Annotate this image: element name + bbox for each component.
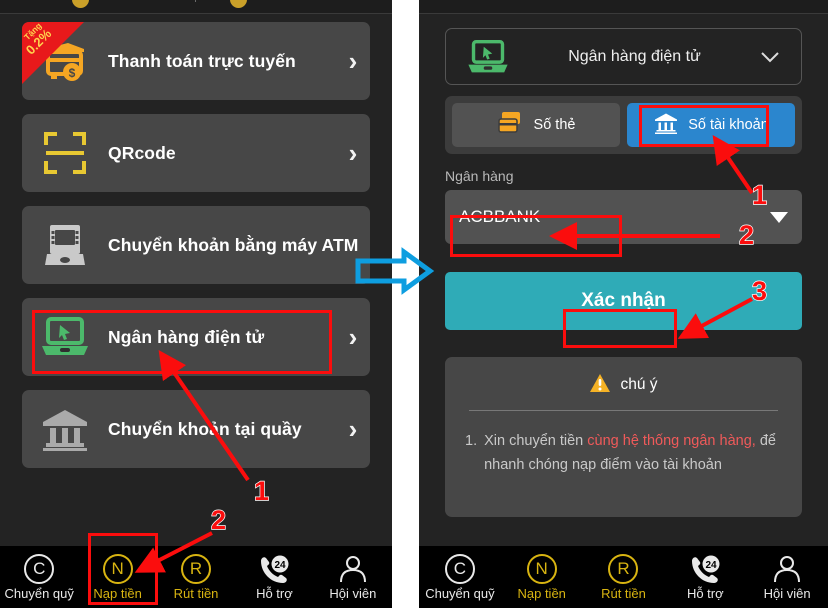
nav-item-chuyen-quy[interactable]: C Chuyển quỹ [419, 546, 501, 608]
nav-item-chuyen-quy[interactable]: C Chuyển quỹ [0, 546, 78, 608]
nav-item-rut-tien[interactable]: R Rút tiền [583, 546, 665, 608]
chevron-right-icon: › [358, 232, 370, 258]
withdraw-icon: R [181, 553, 212, 584]
segment-label: Số thẻ [533, 117, 576, 133]
confirm-button[interactable]: Xác nhận [445, 272, 802, 330]
qrcode-scan-icon [22, 130, 108, 176]
top-chip-icon-2 [230, 0, 247, 8]
svg-text:$: $ [69, 66, 76, 80]
method-row-ebanking[interactable]: Ngân hàng điện tử › [22, 298, 370, 376]
card-stack-icon [497, 111, 525, 139]
method-row-atm-transfer[interactable]: Chuyển khoản bằng máy ATM › [22, 206, 370, 284]
card-payment-icon: $ [22, 38, 108, 84]
chevron-down-icon [753, 51, 787, 63]
nav-label: Hỗ trợ [686, 585, 724, 601]
chevron-right-icon: › [348, 138, 358, 168]
bottom-nav-right: C Chuyển quỹ N Nạp tiền R Rút tiền 24 Hỗ… [419, 546, 828, 608]
deposit-icon: N [102, 553, 133, 584]
method-row-label: QRcode [108, 142, 176, 163]
nav-label: Hội viên [329, 585, 377, 601]
note-text-highlight: cùng hệ thống ngân hàng, [587, 433, 756, 449]
top-status-strip [0, 0, 392, 14]
method-row-counter-transfer[interactable]: Chuyển khoản tại quầy › [22, 390, 370, 468]
screenshot-root: Tặng 0.2% $ Thanh toán trực tuyến › QRco… [0, 0, 828, 608]
left-phone-panel: Tặng 0.2% $ Thanh toán trực tuyến › QRco… [0, 0, 392, 608]
segment-so-the[interactable]: Số thẻ [452, 103, 620, 147]
nav-item-rut-tien[interactable]: R Rút tiền [157, 546, 235, 608]
right-phone-panel: Ngân hàng điện tử Số thẻ Số tài khoản Ng… [419, 0, 828, 608]
support-phone-24-icon: 24 [688, 554, 722, 584]
member-person-icon [770, 554, 804, 584]
account-type-segmented-control: Số thẻ Số tài khoản [445, 96, 802, 154]
nav-item-ho-tro[interactable]: 24 Hỗ trợ [664, 546, 746, 608]
note-number: 1. [465, 433, 478, 449]
note-card: chú ý 1. Xin chuyển tiền cùng hệ thống n… [445, 357, 802, 517]
nav-item-nap-tien[interactable]: N Nạp tiền [78, 546, 156, 608]
warning-triangle-icon [589, 373, 611, 398]
bank-building-icon [653, 111, 679, 139]
note-divider [469, 410, 778, 411]
withdraw-icon: R [608, 553, 639, 584]
method-header-dropdown[interactable]: Ngân hàng điện tử [445, 28, 802, 85]
laptop-ebanking-icon [460, 38, 516, 76]
bank-select[interactable]: ACBBANK [445, 190, 802, 244]
bank-building-icon [22, 406, 108, 452]
note-text-before: Xin chuyển tiền [484, 433, 588, 449]
nav-label: Chuyển quỹ [425, 585, 495, 601]
caret-down-icon [770, 211, 788, 223]
nav-label: Nạp tiền [517, 585, 566, 601]
nav-label: Rút tiền [173, 585, 219, 601]
atm-machine-icon [22, 221, 108, 269]
segment-so-tai-khoan[interactable]: Số tài khoản [627, 103, 795, 147]
method-row-qrcode[interactable]: QRcode › [22, 114, 370, 192]
method-row-label: Thanh toán trực tuyến [108, 50, 296, 71]
nav-label: Rút tiền [601, 585, 646, 601]
nav-label: Hội viên [763, 585, 811, 601]
segment-label: Số tài khoản [688, 117, 769, 133]
method-row-label: Chuyển khoản tại quầy [108, 418, 302, 439]
top-status-strip-right [419, 0, 828, 14]
transfer-fund-icon: C [24, 553, 55, 584]
method-row-online-payment[interactable]: Tặng 0.2% $ Thanh toán trực tuyến › [22, 22, 370, 100]
chevron-right-icon: › [348, 46, 358, 76]
nav-item-hoi-vien[interactable]: Hội viên [746, 546, 828, 608]
method-row-label: Ngân hàng điện tử [108, 326, 265, 347]
method-row-label: Chuyển khoản bằng máy ATM [108, 234, 359, 255]
ebanking-form: Ngân hàng điện tử Số thẻ Số tài khoản Ng… [419, 14, 828, 608]
chevron-right-icon: › [348, 322, 358, 352]
support-phone-24-icon: 24 [257, 554, 291, 584]
transfer-fund-icon: C [444, 553, 475, 584]
nav-label: Chuyển quỹ [4, 585, 74, 601]
bank-field-label: Ngân hàng [445, 168, 514, 184]
nav-item-nap-tien[interactable]: N Nạp tiền [501, 546, 583, 608]
method-header-label: Ngân hàng điện tử [568, 47, 701, 65]
top-divider [195, 0, 196, 2]
bank-select-value: ACBBANK [459, 207, 541, 226]
nav-label: Nạp tiền [93, 585, 142, 601]
deposit-method-list: Tặng 0.2% $ Thanh toán trực tuyến › QRco… [0, 22, 392, 482]
nav-item-hoi-vien[interactable]: Hội viên [314, 546, 392, 608]
note-text: Xin chuyển tiền cùng hệ thống ngân hàng,… [484, 430, 782, 478]
member-person-icon [336, 554, 370, 584]
note-title: chú ý [620, 376, 658, 393]
top-chip-icon-1 [72, 0, 89, 8]
laptop-ebanking-icon [22, 315, 108, 359]
nav-item-ho-tro[interactable]: 24 Hỗ trợ [235, 546, 313, 608]
deposit-icon: N [526, 553, 557, 584]
svg-text:24: 24 [706, 560, 718, 571]
chevron-right-icon: › [348, 414, 358, 444]
nav-label: Hỗ trợ [256, 585, 293, 601]
svg-text:24: 24 [275, 560, 287, 571]
bottom-nav-left: C Chuyển quỹ N Nạp tiền R Rút tiền 24 Hỗ… [0, 546, 392, 608]
